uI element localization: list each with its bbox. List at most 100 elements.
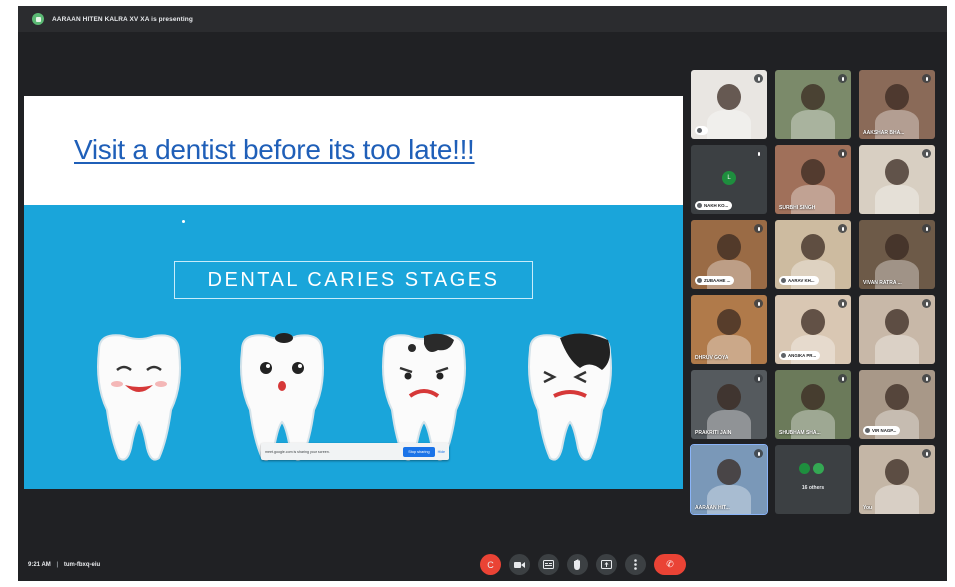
mic-muted-icon: [922, 374, 931, 383]
participant-name: AAKSHAR BHA...: [863, 130, 905, 136]
participant-tile[interactable]: [859, 145, 935, 214]
participant-video: [885, 384, 909, 410]
healthy-tooth-image: [97, 334, 181, 461]
participant-tile[interactable]: [775, 70, 851, 139]
hand-icon: [574, 559, 580, 570]
participant-tile[interactable]: AAKSHAR BHA...: [859, 70, 935, 139]
participant-name: SHUBHAM SHA...: [779, 430, 821, 436]
participant-video-body: [875, 485, 919, 514]
captions-button[interactable]: C: [480, 554, 501, 575]
present-screen-icon: [601, 560, 612, 569]
participant-video: [885, 309, 909, 335]
call-controls: C ✆: [480, 554, 686, 575]
participant-tile[interactable]: SURBHI SINGH: [775, 145, 851, 214]
participant-video: [801, 384, 825, 410]
mic-muted-icon: [838, 74, 847, 83]
meeting-code[interactable]: tum-fbxq-eiu: [64, 562, 100, 568]
participant-tile[interactable]: DHRUV GOYA: [691, 295, 767, 364]
meeting-info: 9:21 AM | tum-fbxq-eiu: [28, 562, 100, 568]
participant-name-pill: [695, 126, 708, 135]
participant-tile[interactable]: SHUBHAM SHA...: [775, 370, 851, 439]
participant-tile[interactable]: 16 others: [775, 445, 851, 514]
slide-dot: [182, 220, 185, 223]
participant-video: [717, 84, 741, 110]
participant-name: AARAAN HIT...: [695, 505, 730, 511]
participant-tile[interactable]: AARAAN HIT...: [690, 444, 768, 515]
slide-body: DENTAL CARIES STAGES meet.google.com is …: [24, 205, 683, 489]
participant-tile[interactable]: ANGIKA PR...: [775, 295, 851, 364]
participant-name-pill: ANGIKA PR...: [779, 351, 821, 360]
person-icon: [781, 353, 786, 358]
mic-muted-icon: [922, 224, 931, 233]
participant-tile[interactable]: You: [859, 445, 935, 514]
participant-video: [801, 309, 825, 335]
clock-time: 9:21 AM: [28, 562, 51, 568]
mic-muted-icon: [922, 449, 931, 458]
closed-captions-icon: [543, 560, 554, 569]
mic-muted-icon: [754, 149, 763, 158]
participant-name-pill: AARAV KH...: [779, 276, 819, 285]
participant-name: You: [863, 505, 873, 511]
captions-toggle-button[interactable]: [538, 554, 559, 575]
more-options-button[interactable]: [625, 554, 646, 575]
stop-sharing-button[interactable]: Stop sharing: [403, 446, 435, 457]
person-icon: [781, 278, 786, 283]
participant-video: [717, 309, 741, 335]
hide-notice-button[interactable]: Hide: [438, 450, 445, 454]
participant-tile[interactable]: AARAV KH...: [775, 220, 851, 289]
mic-muted-icon: [838, 299, 847, 308]
mic-muted-icon: [754, 374, 763, 383]
captions-button-label: C: [487, 559, 494, 570]
person-icon: [865, 428, 870, 433]
participant-tile[interactable]: VIVAN RATRA ...: [859, 220, 935, 289]
present-now-button[interactable]: [596, 554, 617, 575]
participant-avatar: L: [722, 171, 736, 185]
camera-icon: [514, 561, 525, 568]
participant-name: PRAKRITI JAIN: [695, 430, 732, 436]
mic-muted-icon: [838, 374, 847, 383]
caries-banner: DENTAL CARIES STAGES: [174, 261, 533, 299]
info-separator: |: [56, 562, 59, 568]
camera-button[interactable]: [509, 554, 530, 575]
mic-muted-icon: [754, 299, 763, 308]
participant-tile[interactable]: L NAKH KO...: [691, 145, 767, 214]
mic-muted-icon: [838, 149, 847, 158]
person-icon: [697, 278, 702, 283]
mic-muted-icon: [838, 224, 847, 233]
raise-hand-button[interactable]: [567, 554, 588, 575]
participant-name-pill: VIR NAGP...: [863, 426, 901, 435]
participant-tile[interactable]: [691, 70, 767, 139]
participant-video: [885, 234, 909, 260]
screen-share-notice: meet.google.com is sharing your screen. …: [261, 443, 449, 460]
mic-muted-icon: [922, 149, 931, 158]
mic-muted-icon: [754, 74, 763, 83]
participant-name: NAKH KO...: [704, 203, 729, 208]
meet-window: AARAAN HITEN KALRA XV XA is presenting V…: [18, 6, 947, 581]
participant-video: [885, 459, 909, 485]
phone-hangup-icon: ✆: [666, 559, 674, 569]
mic-muted-icon: [922, 299, 931, 308]
participant-video-body: [875, 335, 919, 364]
participant-video: [801, 159, 825, 185]
participant-tile[interactable]: PRAKRITI JAIN: [691, 370, 767, 439]
presenting-icon: [32, 13, 44, 25]
participant-video-body: [791, 110, 835, 139]
participant-name-pill: NAKH KO...: [695, 201, 733, 210]
participant-video: [801, 234, 825, 260]
participant-tile[interactable]: [859, 295, 935, 364]
slide-title: Visit a dentist before its too late!!!: [74, 134, 475, 165]
participant-tile[interactable]: VIR NAGP...: [859, 370, 935, 439]
screen-share-notice-text: meet.google.com is sharing your screen.: [265, 449, 330, 454]
participant-tile[interactable]: ZUBAAHE ...: [691, 220, 767, 289]
mic-muted-icon: [922, 74, 931, 83]
slide-header: Visit a dentist before its too late!!!: [24, 96, 683, 205]
shared-screen: Visit a dentist before its too late!!! D…: [24, 96, 683, 489]
mic-muted-icon: [754, 449, 763, 458]
more-vert-icon: [634, 559, 637, 570]
participant-name: ZUBAAHE ...: [704, 278, 731, 283]
leave-call-button[interactable]: ✆: [654, 554, 686, 575]
participant-name-pill: ZUBAAHE ...: [695, 276, 735, 285]
participant-name: AARAV KH...: [788, 278, 815, 283]
participant-video-body: [875, 185, 919, 214]
participant-name: VIR NAGP...: [872, 428, 897, 433]
